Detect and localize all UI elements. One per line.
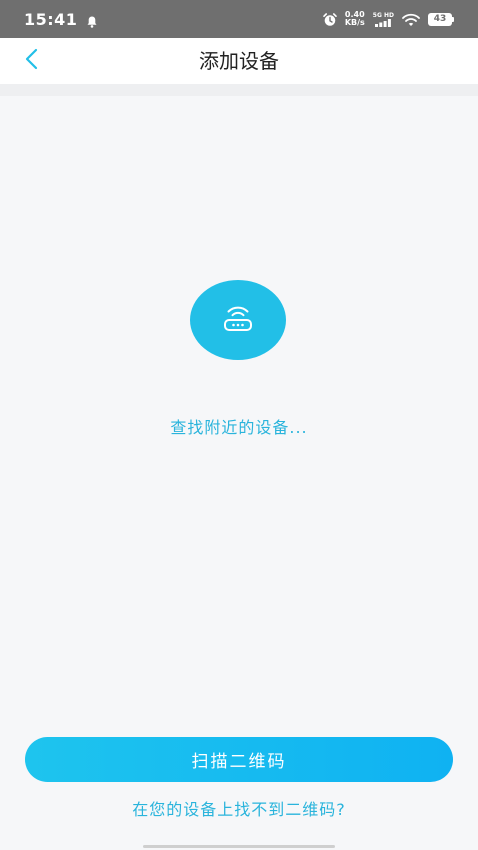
scan-qr-code-button[interactable]: 扫描二维码	[25, 737, 453, 782]
cellular-indicator: 5G HD	[373, 12, 394, 27]
battery-level: 43	[428, 12, 452, 26]
router-wifi-icon	[221, 303, 255, 337]
chevron-left-icon	[24, 48, 38, 74]
page-title: 添加设备	[199, 49, 279, 73]
status-time: 15:41	[24, 9, 78, 29]
network-speed: 0.40 KB/s	[345, 11, 365, 27]
status-left: 15:41	[24, 10, 97, 29]
speed-unit: KB/s	[344, 18, 365, 27]
qr-code-not-found-link[interactable]: 在您的设备上找不到二维码?	[0, 796, 478, 820]
signal-bars-icon	[375, 18, 392, 27]
status-bar: 15:41 0.40 KB/s 5G HD 43	[0, 0, 478, 38]
device-search-indicator	[190, 280, 286, 360]
back-button[interactable]	[16, 47, 46, 75]
notification-bell-icon	[87, 13, 97, 28]
battery-indicator: 43	[428, 12, 454, 26]
nav-bar: 添加设备	[0, 38, 478, 84]
wifi-icon	[402, 12, 420, 26]
searching-status-text: 查找附近的设备...	[170, 418, 308, 437]
header-divider	[0, 84, 478, 96]
status-right: 0.40 KB/s 5G HD 43	[323, 11, 454, 27]
network-type: 5G HD	[372, 11, 394, 19]
alarm-icon	[323, 12, 337, 26]
battery-tip	[452, 16, 454, 22]
home-indicator[interactable]	[143, 845, 335, 848]
